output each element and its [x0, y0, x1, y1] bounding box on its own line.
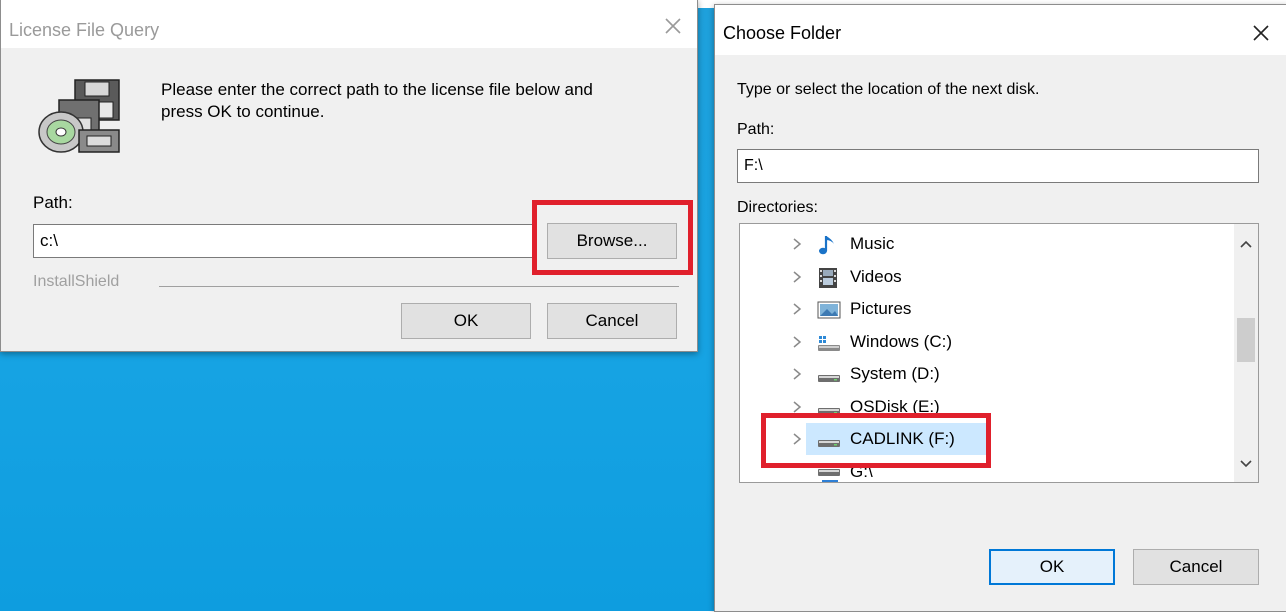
installshield-label: InstallShield [33, 273, 120, 290]
windows-drive-icon [818, 335, 840, 351]
tree-item[interactable]: Pictures [740, 293, 1230, 325]
chevron-right-icon[interactable] [788, 267, 806, 287]
scroll-up-icon[interactable] [1238, 236, 1254, 252]
tree-item[interactable]: Videos [740, 261, 1230, 293]
folder-cancel-button[interactable]: Cancel [1133, 549, 1259, 585]
tree-item[interactable]: CADLINK (F:) [740, 423, 1230, 455]
tree-item-label: CADLINK (F:) [850, 429, 955, 448]
tree-item[interactable]: Music [740, 228, 1230, 260]
chevron-right-icon[interactable] [788, 397, 806, 417]
choose-folder-dialog: Choose Folder Type or select the locatio… [714, 4, 1286, 612]
license-cancel-button[interactable]: Cancel [547, 303, 677, 339]
network-drive-icon [818, 468, 840, 482]
browse-button[interactable]: Browse... [547, 223, 677, 259]
close-icon[interactable] [1249, 21, 1273, 45]
pictures-icon [817, 301, 841, 319]
tree-item[interactable]: System (D:) [740, 358, 1230, 390]
chevron-right-icon[interactable] [788, 364, 806, 384]
tree-item-label: G:\ [850, 461, 873, 481]
license-path-input[interactable] [33, 224, 535, 258]
folder-path-label: Path: [737, 121, 775, 138]
tree-item-label: OSDisk (E:) [850, 396, 940, 416]
tree-item-label: Music [850, 234, 895, 253]
music-icon [819, 236, 834, 255]
tree-item-label: Videos [850, 266, 902, 286]
drive-icon [818, 407, 840, 415]
tree-item-label: Windows (C:) [850, 331, 953, 351]
drive-icon [818, 440, 840, 447]
tree-item[interactable]: G:\ [740, 456, 1230, 483]
license-ok-button[interactable]: OK [401, 303, 531, 339]
drive-icon [818, 375, 840, 382]
tree-item[interactable]: OSDisk (E:) [740, 391, 1230, 423]
cd-floppy-setup-icon [38, 79, 120, 153]
videos-icon [819, 267, 837, 288]
chevron-right-icon[interactable] [788, 332, 806, 352]
tree-item-label: Pictures [850, 299, 912, 318]
license-file-query-dialog: License File Query Please enter the corr… [0, 0, 698, 352]
chevron-right-icon[interactable] [788, 234, 806, 254]
scrollbar-thumb[interactable] [1237, 318, 1255, 362]
close-icon[interactable] [661, 14, 685, 38]
license-message-line2: press OK to continue. [161, 102, 325, 121]
license-dialog-title: License File Query [9, 20, 160, 40]
tree-item[interactable]: Windows (C:) [740, 326, 1230, 358]
chevron-right-icon[interactable] [788, 299, 806, 319]
folder-ok-button[interactable]: OK [989, 549, 1115, 585]
tree-item-label: System (D:) [850, 364, 940, 383]
license-message-line1: Please enter the correct path to the lic… [161, 80, 593, 99]
license-path-label: Path: [33, 193, 73, 212]
scroll-down-icon[interactable] [1238, 456, 1254, 472]
folder-instruction: Type or select the location of the next … [737, 81, 1040, 98]
license-dialog-titlebar: License File Query [1, 0, 697, 48]
folder-dialog-title: Choose Folder [723, 23, 842, 43]
folder-path-input[interactable] [737, 149, 1259, 183]
directories-tree[interactable]: Music Videos Pictures Windows (C:) System (D… [739, 223, 1259, 483]
chevron-right-icon[interactable] [788, 429, 806, 449]
tree-scrollbar[interactable] [1234, 224, 1258, 482]
installshield-divider [159, 286, 679, 287]
folder-dialog-titlebar: Choose Folder [715, 5, 1286, 55]
directories-label: Directories: [737, 199, 818, 216]
